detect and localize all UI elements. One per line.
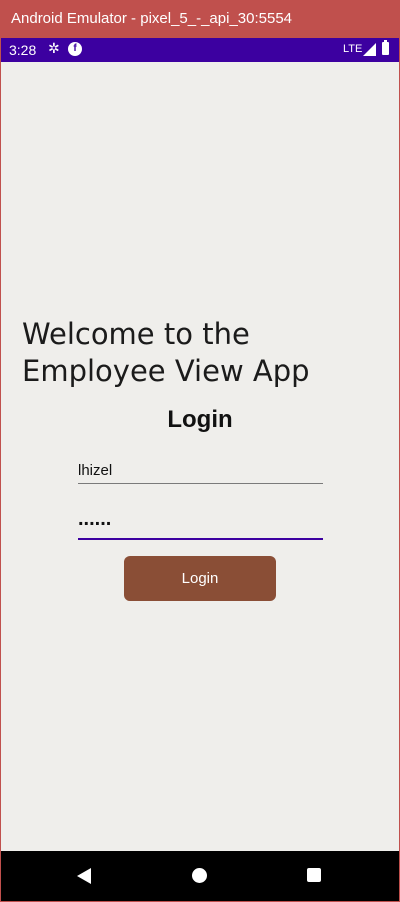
back-icon[interactable] [77, 868, 91, 884]
username-input[interactable] [78, 458, 323, 484]
status-bar: 3:28 ✲ f LTE [1, 38, 399, 62]
password-masked-value: ...... [78, 508, 112, 530]
status-time: 3:28 [9, 42, 37, 58]
welcome-heading: Welcome to the Employee View App [22, 317, 310, 388]
window-title: Android Emulator - pixel_5_-_api_30:5554 [0, 0, 400, 38]
recents-icon[interactable] [307, 868, 321, 882]
emulator-window: Android Emulator - pixel_5_-_api_30:5554… [0, 0, 400, 902]
login-button[interactable]: Login [124, 556, 276, 601]
settings-gear-icon: ✲ [48, 40, 60, 56]
password-input[interactable] [78, 510, 323, 540]
login-heading: Login [167, 406, 233, 433]
network-type: LTE [343, 43, 363, 55]
notification-f-icon: f [68, 42, 82, 56]
navigation-bar [1, 851, 399, 901]
home-icon[interactable] [192, 868, 207, 883]
device-screen: 3:28 ✲ f LTE Welcome to the Employee Vie… [1, 38, 399, 901]
signal-icon [363, 43, 376, 56]
battery-icon [382, 40, 389, 55]
